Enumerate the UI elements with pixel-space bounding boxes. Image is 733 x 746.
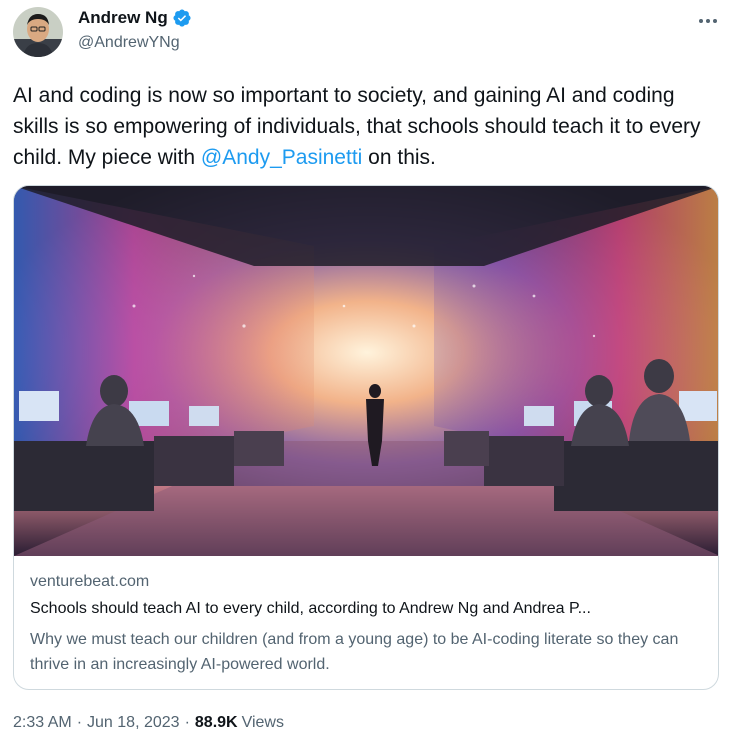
tweet-date[interactable]: Jun 18, 2023 — [87, 714, 180, 732]
mention-link[interactable]: @Andy_Pasinetti — [201, 146, 362, 169]
more-options-button[interactable] — [688, 6, 728, 34]
more-horizontal-icon — [698, 11, 718, 29]
author-display-name[interactable]: Andrew Ng — [78, 8, 168, 28]
avatar[interactable] — [13, 7, 63, 57]
tweet-text-tail: on this. — [362, 146, 436, 169]
card-description[interactable]: Why we must teach our children (and from… — [30, 627, 710, 677]
views-label[interactable]: Views — [242, 714, 284, 732]
author-name-row[interactable]: Andrew Ng — [78, 8, 192, 28]
tweet: Andrew Ng @AndrewYNg AI and coding is no… — [0, 0, 733, 746]
meta-separator: · — [184, 714, 190, 731]
tweet-text: AI and coding is now so important to soc… — [13, 80, 718, 173]
card-title[interactable]: Schools should teach AI to every child, … — [30, 600, 702, 618]
link-card[interactable]: venturebeat.com Schools should teach AI … — [13, 185, 719, 690]
card-image[interactable] — [14, 186, 719, 556]
verified-badge-icon[interactable] — [172, 8, 192, 28]
views-count[interactable]: 88.9K — [195, 714, 238, 732]
card-domain[interactable]: venturebeat.com — [30, 573, 149, 591]
tweet-meta: 2:33 AM · Jun 18, 2023 · 88.9K Views — [13, 714, 284, 732]
meta-separator: · — [76, 714, 83, 731]
author-handle[interactable]: @AndrewYNg — [78, 34, 180, 52]
tweet-time[interactable]: 2:33 AM — [13, 714, 72, 732]
